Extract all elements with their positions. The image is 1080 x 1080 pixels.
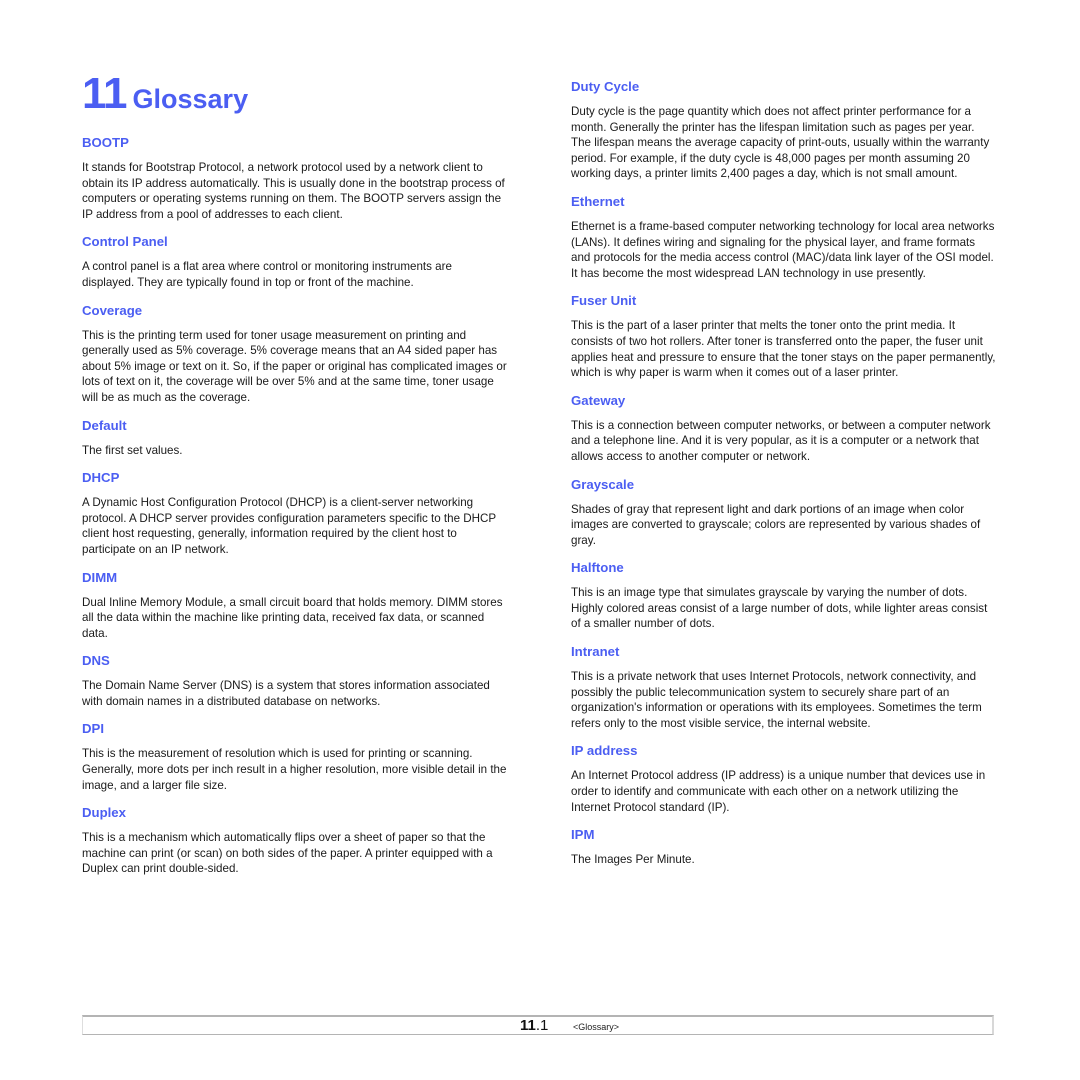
- glossary-entry-fuser-unit: Fuser Unit This is the part of a laser p…: [571, 292, 996, 380]
- glossary-entry-control-panel: Control Panel A control panel is a flat …: [82, 233, 507, 290]
- term-heading: Duty Cycle: [571, 79, 640, 94]
- term-definition: A Dynamic Host Configuration Protocol (D…: [82, 496, 496, 556]
- glossary-entry-ethernet: Ethernet Ethernet is a frame-based compu…: [571, 193, 996, 281]
- term-definition: This is a mechanism which automatically …: [82, 831, 493, 876]
- term-definition: This is the measurement of resolution wh…: [82, 747, 507, 792]
- glossary-column-left: BOOTP It stands for Bootstrap Protocol, …: [82, 134, 507, 888]
- term-heading: DNS: [82, 653, 110, 669]
- term-heading: DHCP: [82, 470, 120, 486]
- page-number: 11.1: [520, 1018, 548, 1034]
- term-heading: Default: [82, 417, 127, 433]
- term-heading: Duplex: [82, 805, 126, 821]
- term-definition: Dual Inline Memory Module, a small circu…: [82, 595, 503, 640]
- term-heading: Intranet: [571, 644, 620, 660]
- glossary-entry-grayscale: Grayscale Shades of gray that represent …: [571, 476, 996, 549]
- chapter-number: 11: [82, 69, 128, 118]
- term-definition: The Images Per Minute.: [571, 853, 695, 867]
- term-definition: This is a connection between computer ne…: [571, 418, 991, 463]
- page-number-page: 1: [540, 1017, 549, 1034]
- glossary-entry-dimm: DIMM Dual Inline Memory Module, a small …: [82, 569, 507, 642]
- term-heading: BOOTP: [82, 135, 129, 150]
- term-heading: DPI: [82, 721, 104, 737]
- glossary-entry-bootp: BOOTP It stands for Bootstrap Protocol, …: [82, 134, 507, 222]
- term-heading: IP address: [571, 743, 638, 759]
- glossary-entry-duplex: Duplex This is a mechanism which automat…: [82, 804, 507, 877]
- chapter-title: Glossary: [132, 84, 249, 114]
- term-definition: An Internet Protocol address (IP address…: [571, 769, 986, 814]
- term-heading: Gateway: [571, 392, 626, 408]
- glossary-entry-dns: DNS The Domain Name Server (DNS) is a sy…: [82, 652, 507, 709]
- page-title: 11 Glossary: [82, 72, 248, 116]
- glossary-entry-intranet: Intranet This is a private network that …: [571, 643, 996, 731]
- term-definition: This is an image type that simulates gra…: [571, 586, 988, 631]
- term-heading: Halftone: [571, 560, 624, 576]
- term-definition: Shades of gray that represent light and …: [571, 502, 981, 547]
- term-definition: A control panel is a flat area where con…: [82, 260, 452, 289]
- glossary-entry-default: Default The first set values.: [82, 417, 507, 459]
- term-definition: Ethernet is a frame-based computer netwo…: [571, 219, 995, 280]
- term-definition: This is the part of a laser printer that…: [571, 319, 996, 380]
- term-heading: DIMM: [82, 569, 118, 585]
- term-heading: Control Panel: [82, 234, 168, 250]
- glossary-entry-ipm: IPM The Images Per Minute.: [571, 826, 996, 868]
- term-heading: Coverage: [82, 302, 143, 318]
- glossary-entry-duty-cycle: Duty Cycle Duty cycle is the page quanti…: [571, 78, 996, 182]
- page-number-chapter: 11: [520, 1017, 536, 1034]
- glossary-column-right: Duty Cycle Duty cycle is the page quanti…: [571, 78, 996, 879]
- glossary-entry-gateway: Gateway This is a connection between com…: [571, 392, 996, 465]
- term-definition: The Domain Name Server (DNS) is a system…: [82, 679, 490, 708]
- term-heading: Fuser Unit: [571, 293, 637, 309]
- term-definition: The first set values.: [82, 443, 183, 457]
- footer-section-label: <Glossary>: [573, 1022, 620, 1032]
- glossary-entry-coverage: Coverage This is the printing term used …: [82, 302, 507, 406]
- term-heading: Grayscale: [571, 476, 635, 492]
- glossary-entry-dpi: DPI This is the measurement of resolutio…: [82, 720, 507, 793]
- term-definition: This is the printing term used for toner…: [82, 328, 507, 404]
- glossary-entry-ip-address: IP address An Internet Protocol address …: [571, 742, 996, 815]
- term-definition: Duty cycle is the page quantity which do…: [571, 105, 990, 181]
- glossary-entry-dhcp: DHCP A Dynamic Host Configuration Protoc…: [82, 469, 507, 557]
- term-definition: It stands for Bootstrap Protocol, a netw…: [82, 161, 505, 221]
- glossary-entry-halftone: Halftone This is an image type that simu…: [571, 559, 996, 632]
- term-heading: IPM: [571, 827, 595, 843]
- term-definition: This is a private network that uses Inte…: [571, 670, 982, 730]
- term-heading: Ethernet: [571, 193, 625, 209]
